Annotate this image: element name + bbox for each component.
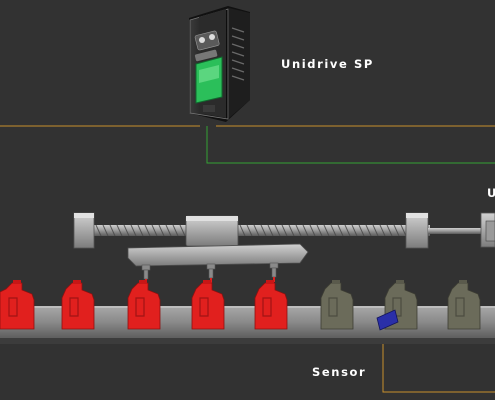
diagram-canvas bbox=[0, 6, 495, 393]
sensor-label: Sensor bbox=[312, 365, 367, 379]
bottle-icon bbox=[191, 280, 225, 330]
bottle-icon bbox=[254, 280, 288, 330]
green-wire bbox=[206, 126, 495, 164]
bottle-icon bbox=[127, 280, 161, 330]
drive-label: Unidrive SP bbox=[281, 57, 374, 71]
servo-motor-icon bbox=[480, 212, 495, 248]
bottle-icon bbox=[447, 280, 481, 330]
bottle-icon bbox=[320, 280, 354, 330]
bottle-icon bbox=[61, 280, 95, 330]
ballscrew-actuator-icon bbox=[73, 212, 495, 284]
bottle-icon bbox=[0, 280, 35, 330]
machine-diagram: Unidrive SP Sensor U bbox=[0, 0, 495, 400]
drive-unit-icon bbox=[189, 6, 250, 122]
motor-label-fragment: U bbox=[487, 186, 495, 200]
right-end-block bbox=[405, 212, 429, 249]
left-end-block bbox=[73, 212, 95, 249]
empty-bottles bbox=[320, 280, 481, 330]
nozzle-bar bbox=[127, 243, 309, 267]
